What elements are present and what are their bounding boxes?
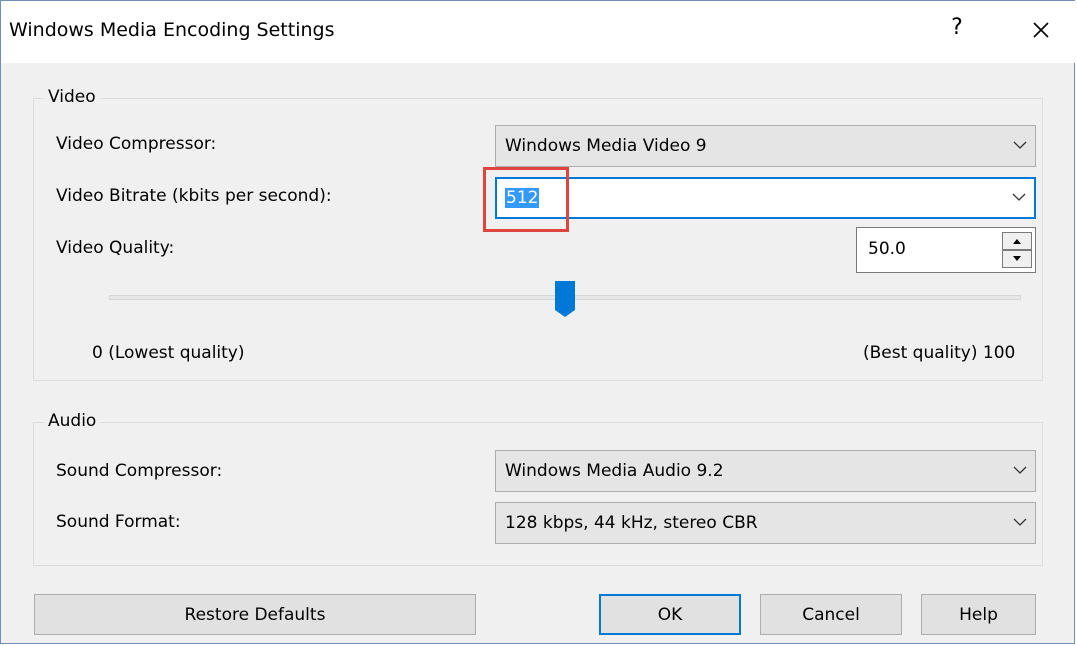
chevron-down-icon	[1013, 517, 1027, 527]
quality-min-label: 0 (Lowest quality)	[92, 343, 245, 363]
video-compressor-value: Windows Media Video 9	[505, 136, 707, 156]
spin-up-button[interactable]	[1002, 232, 1032, 250]
sound-compressor-value: Windows Media Audio 9.2	[505, 461, 724, 481]
help-button[interactable]: Help	[921, 594, 1036, 635]
chevron-down-icon[interactable]	[1012, 192, 1026, 202]
audio-group-label: Audio	[44, 411, 101, 431]
spin-down-button[interactable]	[1002, 250, 1032, 268]
video-bitrate-label: Video Bitrate (kbits per second):	[56, 186, 332, 206]
chevron-down-icon	[1013, 465, 1027, 475]
cancel-button[interactable]: Cancel	[760, 594, 902, 635]
sound-format-value: 128 kbps, 44 kHz, stereo CBR	[505, 513, 758, 533]
restore-defaults-button[interactable]: Restore Defaults	[34, 594, 476, 635]
ok-button[interactable]: OK	[599, 594, 741, 635]
quality-max-label: (Best quality) 100	[863, 343, 1016, 363]
video-bitrate-combo[interactable]: 512	[495, 177, 1036, 219]
encoding-settings-dialog: Windows Media Encoding Settings ? Video …	[0, 0, 1076, 644]
close-icon[interactable]	[1026, 15, 1056, 45]
video-quality-slider-thumb[interactable]	[554, 280, 576, 318]
window-title: Windows Media Encoding Settings	[9, 19, 335, 41]
video-quality-label: Video Quality:	[56, 238, 175, 258]
bitrate-highlight-annotation	[483, 167, 569, 232]
sound-format-select[interactable]: 128 kbps, 44 kHz, stereo CBR	[495, 502, 1036, 544]
chevron-down-icon	[1013, 140, 1027, 150]
sound-compressor-select[interactable]: Windows Media Audio 9.2	[495, 450, 1036, 492]
video-quality-value[interactable]: 50.0	[868, 239, 906, 259]
sound-format-label: Sound Format:	[56, 512, 181, 532]
video-compressor-label: Video Compressor:	[56, 134, 217, 154]
sound-compressor-label: Sound Compressor:	[56, 461, 223, 481]
video-compressor-select[interactable]: Windows Media Video 9	[495, 125, 1036, 167]
title-bar: Windows Media Encoding Settings ?	[1, 1, 1076, 63]
help-icon[interactable]: ?	[942, 15, 972, 40]
video-quality-spinbox[interactable]: 50.0	[856, 227, 1036, 273]
audio-groupbox	[33, 422, 1043, 566]
video-group-label: Video	[44, 87, 100, 107]
